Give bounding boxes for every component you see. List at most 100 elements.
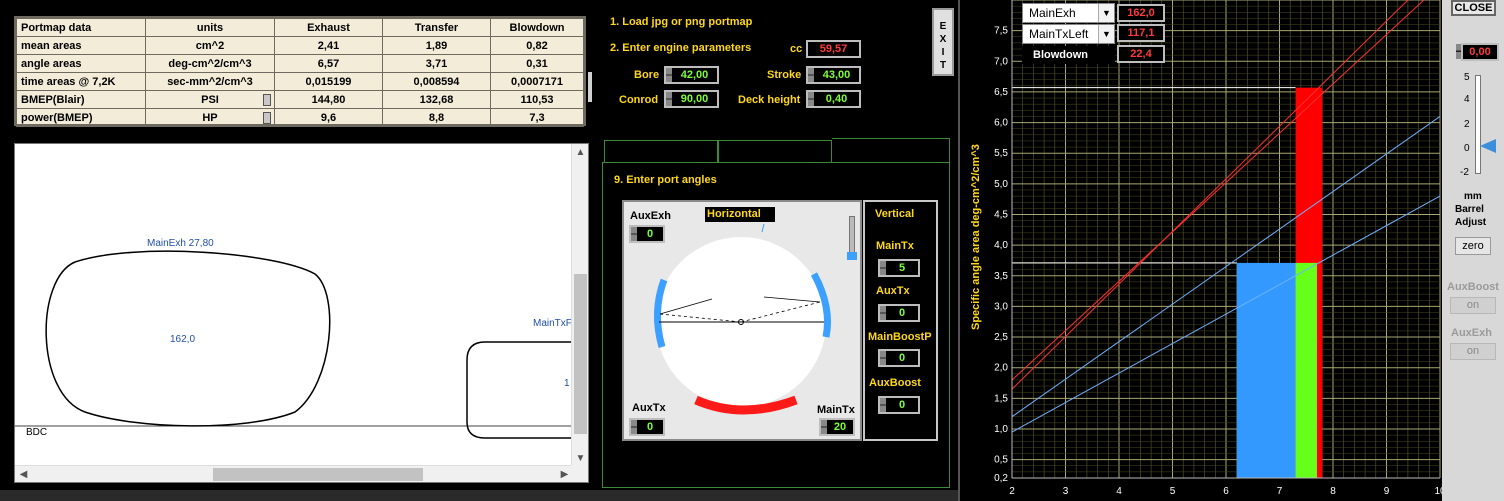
barrel-value: 0,00 xyxy=(1461,43,1499,61)
horizontal-scrollbar[interactable]: ◀ ▶ xyxy=(15,465,573,482)
tab-3[interactable] xyxy=(832,138,950,162)
transfer-port-label: MainTxF xyxy=(533,318,572,329)
exhaust-cell: 2,41 xyxy=(274,36,383,55)
power-unit-selector[interactable]: HP xyxy=(145,108,275,127)
conrod-input[interactable]: 90,00 xyxy=(664,90,719,108)
maintx-horizontal-label: MainTx xyxy=(817,404,855,416)
table-header: Exhaust xyxy=(274,18,383,37)
blowdown-cell: 0,0007171 xyxy=(490,72,584,91)
maintx-horizontal-input[interactable]: 20 xyxy=(819,418,855,436)
table-row: time areas @ 7,2K sec-mm^2/cm^3 0,015199… xyxy=(16,72,584,91)
horizontal-scroll-thumb[interactable] xyxy=(213,468,423,481)
y-tick-label: 5,5 xyxy=(994,148,1008,159)
status-strip xyxy=(0,490,960,501)
series-selector-2[interactable]: MainTxLeft ▼ xyxy=(1022,24,1115,44)
chevron-down-icon[interactable]: ▼ xyxy=(1098,25,1114,43)
x-tick-label: 5 xyxy=(1170,486,1176,497)
scroll-left-arrow-icon[interactable]: ◀ xyxy=(15,466,32,483)
x-tick-label: 8 xyxy=(1330,486,1336,497)
x-tick-label: 9 xyxy=(1384,486,1390,497)
transfer-cell: 8,8 xyxy=(382,108,491,127)
x-tick-label: 4 xyxy=(1116,486,1122,497)
maintx-vertical-label: MainTx xyxy=(876,240,914,252)
transfer-cell: 1,89 xyxy=(382,36,491,55)
mainboostp-input[interactable]: 0 xyxy=(878,349,920,367)
exit-label: EXIT xyxy=(939,21,947,71)
zero-button[interactable]: zero xyxy=(1455,237,1491,255)
row-label: time areas @ 7,2K xyxy=(16,72,146,91)
bmep-unit-selector[interactable]: PSI xyxy=(145,90,275,109)
y-tick-label: 2,0 xyxy=(994,363,1008,374)
chevron-down-icon[interactable]: ▼ xyxy=(1098,4,1114,22)
splitter-handle[interactable] xyxy=(588,72,592,102)
exhaust-cell: 9,6 xyxy=(274,108,383,127)
row-label: power(BMEP) xyxy=(16,108,146,127)
exit-button[interactable]: EXIT xyxy=(932,8,954,76)
transfer-cell: 0,008594 xyxy=(382,72,491,91)
deck-height-input[interactable]: 0,40 xyxy=(806,90,861,108)
unit-scroll-handle[interactable] xyxy=(263,94,271,106)
barrel-slider-thumb[interactable] xyxy=(1480,138,1496,153)
unit-scroll-handle[interactable] xyxy=(263,112,271,124)
y-tick-label: 0,5 xyxy=(994,455,1008,466)
barrel-slider-track[interactable] xyxy=(1475,75,1481,174)
angle-marker xyxy=(761,223,765,233)
exhaust-port-value: 162,0 xyxy=(170,334,196,345)
blowdown-cell: 0,82 xyxy=(490,36,584,55)
exhaust-cell: 0,015199 xyxy=(274,72,383,91)
angle-area-chart: 2 3 4 5 6 7 8 9 10 0,2 0,5 1,0 1,5 2,0 2,5 3,0 3,5 4,0 4,5… xyxy=(970,0,1442,497)
tab-1[interactable] xyxy=(604,140,718,163)
step-load-portmap[interactable]: 1. Load jpg or png portmap xyxy=(610,16,752,28)
adjust-label: Adjust xyxy=(1455,217,1487,228)
step-engine-params: 2. Enter engine parameters xyxy=(610,42,752,54)
exhaust-port-label: MainExh 27,80 xyxy=(147,238,214,249)
auxtx-horizontal-input[interactable]: 0 xyxy=(629,418,665,436)
vertical-scrollbar[interactable]: ▲ ▼ xyxy=(571,144,588,467)
stroke-input[interactable]: 43,00 xyxy=(806,66,861,84)
portmap-drawing xyxy=(15,250,572,439)
auxtx-vertical-label: AuxTx xyxy=(876,285,910,297)
blowdown-label-box: Blowdown xyxy=(1022,46,1115,64)
barrel-adjust-panel: CLOSE 0,00 5 4 2 0 -2 mm Barrel Adjust z… xyxy=(1442,0,1504,501)
close-button[interactable]: CLOSE xyxy=(1451,0,1496,16)
table-row: angle areas deg-cm^2/cm^3 6,57 3,71 0,31 xyxy=(16,54,584,73)
y-tick-label: 1,5 xyxy=(994,393,1008,404)
bore-input[interactable]: 42,00 xyxy=(664,66,719,84)
chart-bar-transfer xyxy=(1236,262,1296,478)
zoom-slider-track[interactable] xyxy=(849,216,855,256)
table-header: Blowdown xyxy=(490,18,584,37)
auxboost-vertical-input[interactable]: 0 xyxy=(878,396,920,414)
portmap-canvas[interactable]: MainExh 27,80 162,0 MainTxF 1 BDC ▲ ▼ ◀ … xyxy=(14,143,589,483)
y-tick-label: 6,5 xyxy=(994,87,1008,98)
auxexh-toggle[interactable]: on xyxy=(1450,343,1496,360)
table-row: mean areas cm^2 2,41 1,89 0,82 xyxy=(16,36,584,55)
vertical-scroll-thumb[interactable] xyxy=(574,274,587,434)
y-tick-label: 5,0 xyxy=(994,179,1008,190)
row-unit: cm^2 xyxy=(145,36,275,55)
maintx-vertical-input[interactable]: 5 xyxy=(878,259,920,277)
row-unit: PSI xyxy=(201,93,219,106)
zoom-slider-thumb[interactable] xyxy=(847,252,857,260)
series-selector-1[interactable]: MainExh ▼ xyxy=(1022,3,1115,23)
auxtx-vertical-input[interactable]: 0 xyxy=(878,304,920,322)
blowdown-label: Blowdown xyxy=(1033,49,1088,61)
portmap-data-table: Portmap data units Exhaust Transfer Blow… xyxy=(14,16,586,127)
auxexh-toggle-label: AuxExh xyxy=(1451,327,1492,339)
table-header: Transfer xyxy=(382,18,491,37)
cc-value: 59,57 xyxy=(806,40,861,58)
cc-label: cc xyxy=(790,43,803,55)
tab-2[interactable] xyxy=(718,140,832,163)
y-tick-label: 6,0 xyxy=(994,118,1008,129)
chart-y-axis-label: Specific angle area deg-cm^2/cm^3 xyxy=(970,144,982,330)
blowdown-cell: 110,53 xyxy=(490,90,584,109)
series-2-value: 117,1 xyxy=(1117,24,1165,42)
row-unit: sec-mm^2/cm^3 xyxy=(145,72,275,91)
transfer-port-outline xyxy=(466,341,572,439)
y-tick-label: 7,0 xyxy=(994,56,1008,67)
row-label: BMEP(Blair) xyxy=(16,90,146,109)
deck-height-label: Deck height xyxy=(738,94,801,106)
scroll-up-arrow-icon[interactable]: ▲ xyxy=(572,144,589,161)
auxboost-toggle[interactable]: on xyxy=(1450,297,1496,314)
port-angle-editor[interactable]: AuxExh 0 Horizontal AuxTx 0 MainTx 20 xyxy=(622,200,862,441)
step-port-angles: 9. Enter port angles xyxy=(614,174,717,186)
